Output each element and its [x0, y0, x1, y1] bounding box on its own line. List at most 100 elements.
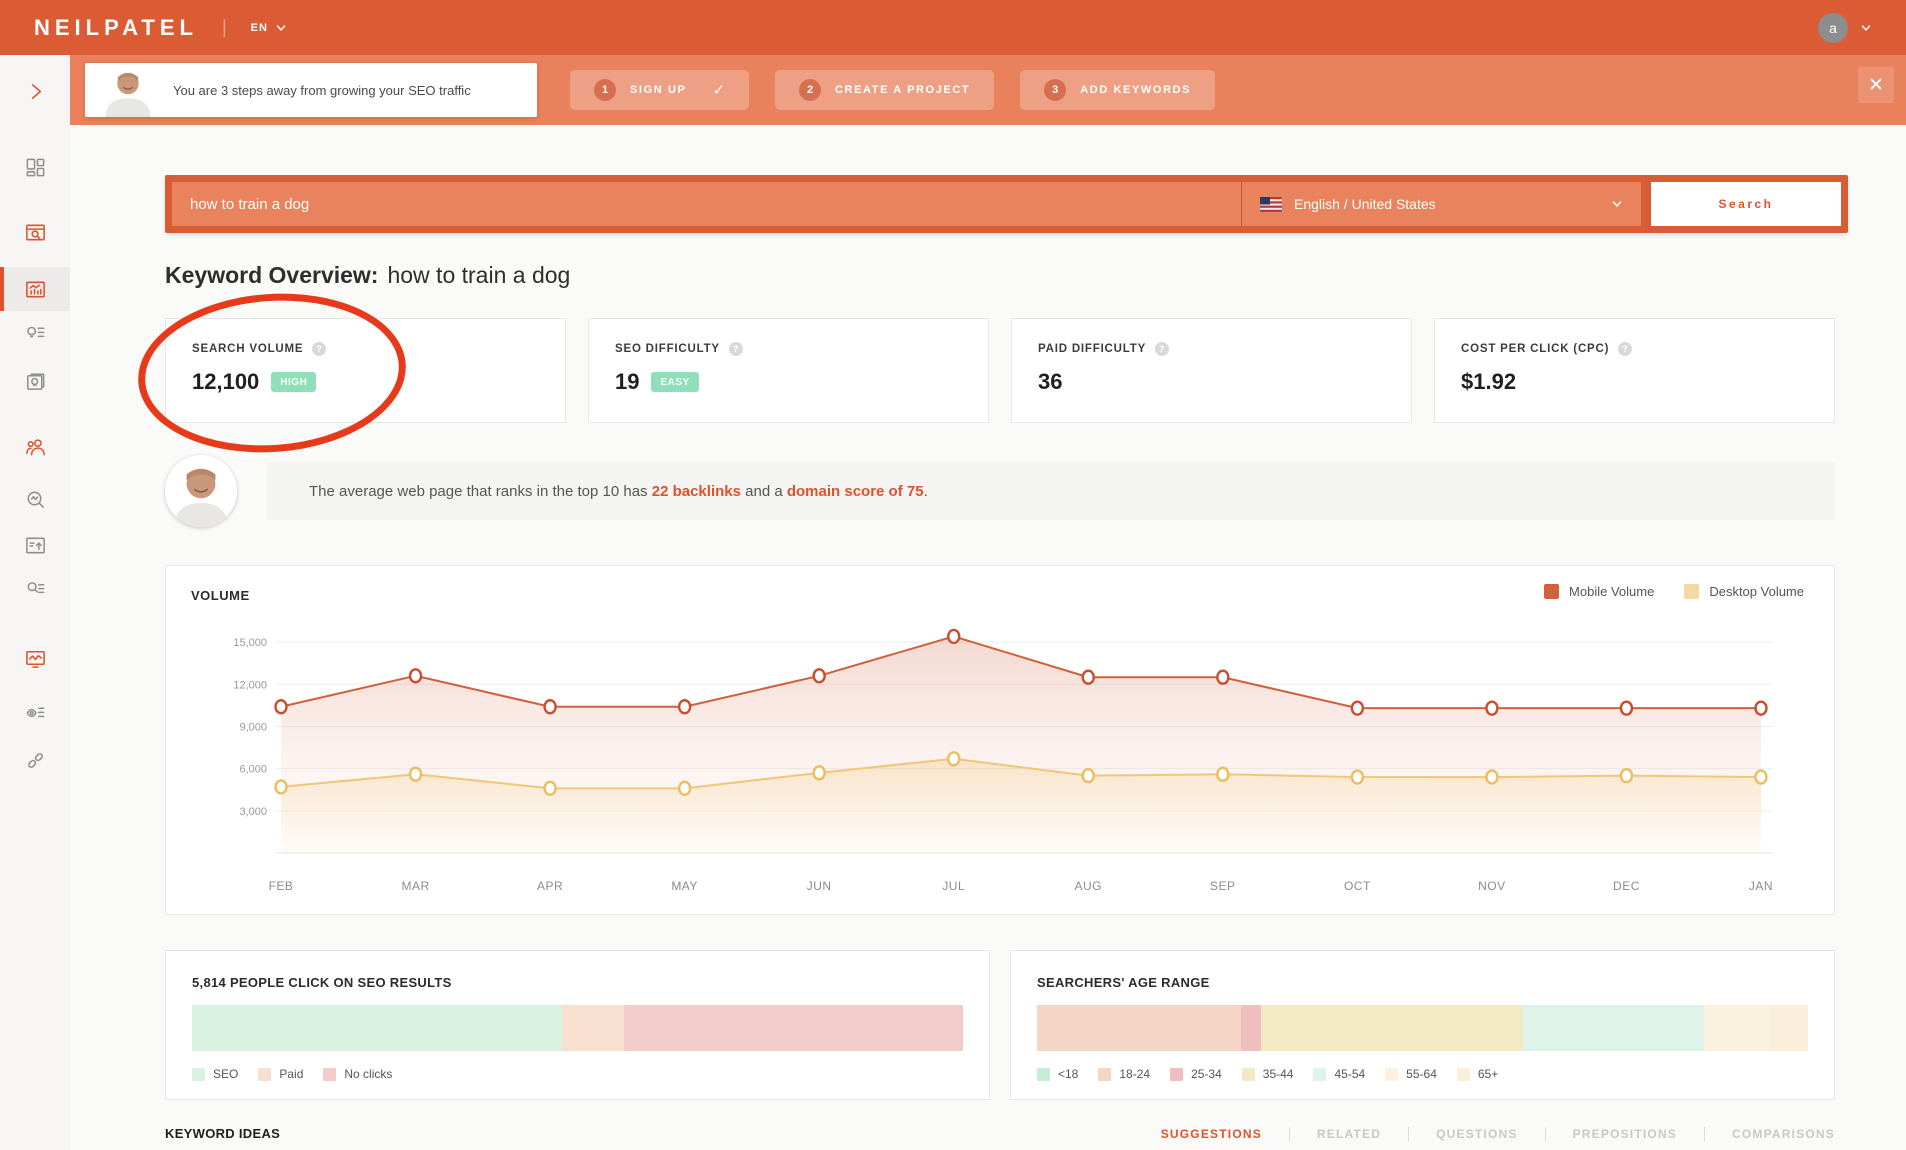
help-icon[interactable]: ? [1155, 342, 1169, 356]
legend-swatch [1170, 1068, 1183, 1081]
insight-text: The average web page that ranks in the t… [309, 483, 928, 500]
onboarding-step-add-keywords[interactable]: 3ADD KEYWORDS [1020, 70, 1215, 110]
backlinks-link[interactable]: 22 backlinks [652, 483, 741, 500]
tab-suggestions[interactable]: SUGGESTIONS [1134, 1127, 1289, 1141]
age-range-legend: <1818-2425-3435-4445-5455-6465+ [1037, 1067, 1808, 1081]
keyword-ideas-icon [24, 322, 47, 345]
close-banner-button[interactable]: ✕ [1858, 67, 1894, 103]
sidebar-item-rank-tracking[interactable] [0, 636, 70, 680]
legend-swatch [1684, 584, 1699, 599]
sidebar-item-keyword-ideas[interactable] [0, 311, 70, 355]
sidebar-item-dashboard[interactable] [0, 145, 70, 189]
bar-segment-45-54 [1523, 1005, 1704, 1051]
legend-label: <18 [1058, 1067, 1078, 1081]
metric-number: 12,100 [192, 369, 259, 395]
keyword-ideas-tabs: SUGGESTIONSRELATEDQUESTIONSPREPOSITIONSC… [1134, 1127, 1835, 1141]
svg-text:9,000: 9,000 [239, 721, 267, 733]
volume-chart-card: VOLUME Mobile VolumeDesktop Volume 3,000… [165, 565, 1835, 915]
check-icon: ✓ [712, 81, 725, 99]
svg-text:JUN: JUN [807, 879, 832, 893]
svg-text:FEB: FEB [269, 879, 294, 893]
svg-text:APR: APR [537, 879, 563, 893]
legend-item-18-24: 18-24 [1098, 1067, 1150, 1081]
keyword-ideas-title: KEYWORD IDEAS [165, 1126, 280, 1141]
metric-card-seo-difficulty: SEO DIFFICULTY?19EASY [588, 318, 989, 423]
sidebar-item-competitors[interactable] [0, 424, 70, 468]
bar-segment-55-64 [1704, 1005, 1770, 1051]
svg-text:MAY: MAY [671, 879, 698, 893]
sidebar-item-backlinks[interactable] [0, 738, 70, 782]
legend-swatch [1457, 1068, 1470, 1081]
sidebar-item-keyword-overview[interactable] [0, 267, 70, 311]
svg-text:DEC: DEC [1613, 879, 1640, 893]
legend-item-mobile-volume: Mobile Volume [1544, 584, 1654, 599]
legend-swatch [1242, 1068, 1255, 1081]
keyword-search-input[interactable] [172, 182, 1241, 226]
legend-label: 18-24 [1119, 1067, 1150, 1081]
brand-divider: | [222, 17, 227, 38]
onboarding-step-create-a-project[interactable]: 2CREATE A PROJECT [775, 70, 994, 110]
svg-text:15,000: 15,000 [233, 637, 267, 649]
help-icon[interactable]: ? [729, 342, 743, 356]
sidebar-item-expand-sidebar[interactable] [0, 69, 70, 113]
search-button[interactable]: Search [1651, 182, 1841, 226]
keywords-list-icon [24, 579, 47, 602]
traffic-estimation-icon [24, 534, 47, 557]
keyword-ideas-section: KEYWORD IDEAS SUGGESTIONSRELATEDQUESTION… [165, 1126, 1835, 1141]
language-dropdown-label: EN [251, 22, 268, 34]
top-bar: NEILPATEL | EN a [0, 0, 1906, 55]
sidebar-nav [0, 55, 70, 1150]
sidebar-item-keywords-list[interactable] [0, 568, 70, 612]
help-icon[interactable]: ? [312, 342, 326, 356]
content-ideas-icon [24, 370, 47, 393]
step-label: ADD KEYWORDS [1080, 84, 1191, 96]
neil-patel-photo [99, 65, 157, 117]
svg-text:JUL: JUL [942, 879, 965, 893]
avatar[interactable]: a [1818, 13, 1848, 43]
tab-comparisons[interactable]: COMPARISONS [1705, 1127, 1835, 1141]
keyword-research-icon [24, 221, 47, 244]
legend-item-25-34: 25-34 [1170, 1067, 1222, 1081]
banner-message-card: You are 3 steps away from growing your S… [85, 63, 537, 117]
legend-item-55-64: 55-64 [1385, 1067, 1437, 1081]
neil-patel-avatar [165, 455, 237, 527]
legend-swatch [1385, 1068, 1398, 1081]
legend-item-desktop-volume: Desktop Volume [1684, 584, 1804, 599]
onboarding-step-sign-up[interactable]: 1SIGN UP✓ [570, 70, 749, 110]
sidebar-item-content-ideas[interactable] [0, 359, 70, 403]
keyword-search-bar: English / United States Search [165, 175, 1848, 233]
metric-value: 36 [1038, 369, 1385, 395]
language-dropdown[interactable]: EN [251, 22, 287, 34]
bar-segment-paid [562, 1005, 624, 1051]
bar-segment-no-clicks [624, 1005, 963, 1051]
sidebar-item-visibility[interactable] [0, 691, 70, 735]
svg-text:NOV: NOV [1478, 879, 1506, 893]
expand-sidebar-icon [24, 80, 47, 103]
legend-label: Mobile Volume [1569, 584, 1654, 599]
chevron-down-icon [275, 22, 287, 34]
age-range-title: SEARCHERS' AGE RANGE [1037, 975, 1808, 990]
age-range-bar [1037, 1005, 1808, 1051]
svg-text:3,000: 3,000 [239, 806, 267, 818]
legend-swatch [1313, 1068, 1326, 1081]
language-country-select[interactable]: English / United States [1241, 182, 1641, 226]
step-label: SIGN UP [630, 84, 686, 96]
tab-questions[interactable]: QUESTIONS [1409, 1127, 1544, 1141]
metric-cards-row: SEARCH VOLUME?12,100HIGHSEO DIFFICULTY?1… [165, 318, 1835, 423]
tab-prepositions[interactable]: PREPOSITIONS [1546, 1127, 1704, 1141]
legend-swatch [1544, 584, 1559, 599]
page-title: Keyword Overview:how to train a dog [165, 262, 570, 289]
sidebar-item-traffic-estimation[interactable] [0, 523, 70, 567]
sidebar-item-keyword-research[interactable] [0, 210, 70, 254]
us-flag-icon [1260, 197, 1282, 212]
svg-text:MAR: MAR [401, 879, 429, 893]
domain-score-link[interactable]: domain score of 75 [787, 483, 924, 500]
help-icon[interactable]: ? [1618, 342, 1632, 356]
bar-segment-seo [192, 1005, 562, 1051]
account-menu[interactable]: a [1818, 13, 1872, 43]
close-icon: ✕ [1868, 74, 1884, 97]
sidebar-item-site-audit[interactable] [0, 477, 70, 521]
chevron-down-icon [1611, 198, 1623, 210]
tab-related[interactable]: RELATED [1290, 1127, 1408, 1141]
bar-segment-35-44 [1261, 1005, 1523, 1051]
